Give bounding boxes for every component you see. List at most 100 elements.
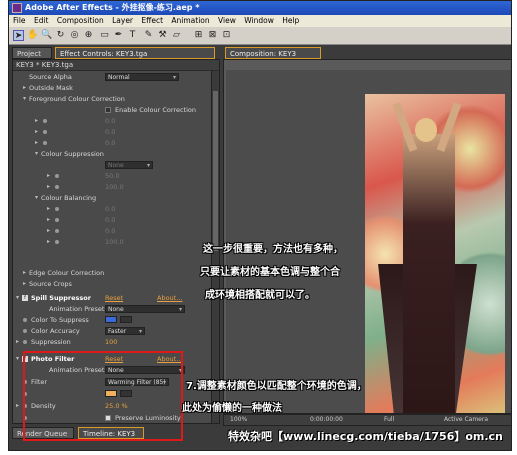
expand-triangle-icon[interactable]: ▸ [47,215,50,225]
expand-triangle-icon[interactable]: ▸ [35,138,38,148]
colour-suppression-label: Colour Suppression [41,150,104,158]
row-param: ▸ 50.0 [13,171,211,181]
menu-edit[interactable]: Edit [34,16,49,25]
source-alpha-label: Source Alpha [29,73,72,81]
eraser-tool-icon[interactable]: ▱ [171,30,182,41]
row-edge-colour-correction[interactable]: ▸ Edge Colour Correction [13,268,211,278]
expand-triangle-icon[interactable]: ▸ [47,171,50,181]
camera-dropdown[interactable]: Active Camera [444,415,488,425]
current-time[interactable]: 0:00:00:00 [310,415,343,425]
tab-composition[interactable]: Composition: KEY3 [225,47,321,59]
stopwatch-icon[interactable] [55,174,59,178]
pen-tool-icon[interactable]: ✒ [113,30,124,41]
menu-window[interactable]: Window [244,16,274,25]
row-colour-balancing[interactable]: ▾ Colour Balancing [13,193,211,203]
spill-presets-dropdown[interactable]: None [105,305,185,313]
expand-triangle-icon[interactable]: ▸ [16,337,19,347]
collapse-triangle-icon[interactable]: ▾ [35,193,38,203]
menu-help[interactable]: Help [282,16,299,25]
stopwatch-icon[interactable] [23,340,27,344]
expand-triangle-icon[interactable]: ▸ [23,268,26,278]
stopwatch-icon[interactable] [55,229,59,233]
expand-triangle-icon[interactable]: ▸ [16,401,19,411]
spill-accuracy-row: Color Accuracy Faster [13,326,211,336]
suppression-mode-dropdown[interactable]: None [105,161,153,169]
color-to-suppress-swatch[interactable] [105,316,117,323]
color-accuracy-label: Color Accuracy [31,327,80,335]
param-value[interactable]: 0.0 [105,226,115,236]
param-value[interactable]: 100.0 [105,237,124,247]
stopwatch-icon[interactable] [55,185,59,189]
param-value[interactable]: 100.0 [105,182,124,192]
hand-tool-icon[interactable]: ✋ [27,30,38,41]
stopwatch-icon[interactable] [55,240,59,244]
rotate-tool-icon[interactable]: ↻ [55,30,66,41]
collapse-triangle-icon[interactable]: ▾ [23,94,26,104]
expand-triangle-icon[interactable]: ▸ [35,116,38,126]
row-param: ▸ 0.0 [13,116,211,126]
expand-triangle-icon[interactable]: ▸ [47,226,50,236]
selection-tool-icon[interactable]: ➤ [13,30,24,41]
stopwatch-icon[interactable] [55,207,59,211]
row-outside-mask[interactable]: ▸ Outside Mask [13,83,211,93]
enable-colour-correction-checkbox[interactable] [105,107,111,113]
rectangle-mask-tool-icon[interactable]: ▭ [99,30,110,41]
menu-layer[interactable]: Layer [112,16,133,25]
composition-view-bar: 100% 0:00:00:00 Full Active Camera [223,414,511,426]
expand-triangle-icon[interactable]: ▸ [35,127,38,137]
zoom-dropdown[interactable]: 100% [230,415,247,425]
expand-triangle-icon[interactable]: ▸ [47,182,50,192]
menu-effect[interactable]: Effect [141,16,163,25]
tab-project[interactable]: Project [12,47,52,59]
camera-tool-icon[interactable]: ◎ [69,30,80,41]
world-axis-icon[interactable]: ⊠ [207,30,218,41]
collapse-triangle-icon[interactable]: ▾ [35,149,38,159]
spill-reset-link[interactable]: Reset [105,293,123,303]
tab-effect-controls[interactable]: Effect Controls: KEY3.tga [55,47,215,59]
axis-mode-icon[interactable]: ⊞ [193,30,204,41]
source-alpha-dropdown[interactable]: Normal [105,73,179,81]
menu-view[interactable]: View [218,16,236,25]
stopwatch-icon[interactable] [43,119,47,123]
stopwatch-icon[interactable] [23,318,27,322]
param-value[interactable]: 50.0 [105,171,119,181]
param-value[interactable]: 0.0 [105,215,115,225]
collapse-triangle-icon[interactable]: ▾ [16,293,19,303]
text-tool-icon[interactable]: T [127,30,138,41]
stopwatch-icon[interactable] [43,130,47,134]
resolution-dropdown[interactable]: Full [384,415,394,425]
figure-body [403,134,455,413]
param-value[interactable]: 0.0 [105,138,115,148]
stopwatch-icon[interactable] [23,329,27,333]
view-axis-icon[interactable]: ⊡ [221,30,232,41]
collapse-triangle-icon[interactable]: ▾ [16,354,19,364]
row-param: ▸ 0.0 [13,226,211,236]
fx-toggle-icon[interactable]: f [22,295,28,301]
zoom-tool-icon[interactable]: 🔍 [41,30,52,41]
brush-tool-icon[interactable]: ✎ [143,30,154,41]
expand-triangle-icon[interactable]: ▸ [23,83,26,93]
row-colour-suppression[interactable]: ▾ Colour Suppression [13,149,211,159]
pan-behind-tool-icon[interactable]: ⊕ [83,30,94,41]
param-value[interactable]: 0.0 [105,116,115,126]
spill-presets-label: Animation Presets: [49,305,111,313]
expand-triangle-icon[interactable]: ▸ [47,204,50,214]
spill-suppressor-effect-header[interactable]: ▾ f Spill Suppressor Reset About... [13,293,211,303]
color-accuracy-dropdown[interactable]: Faster [105,327,145,335]
spill-about-link[interactable]: About... [157,293,182,303]
row-foreground-colour-correction[interactable]: ▾ Foreground Colour Correction [13,94,211,104]
param-value[interactable]: 0.0 [105,204,115,214]
suppression-value[interactable]: 100 [105,337,117,347]
row-source-crops[interactable]: ▸ Source Crops [13,279,211,289]
scrollbar-thumb[interactable] [213,91,218,251]
expand-triangle-icon[interactable]: ▸ [23,279,26,289]
stopwatch-icon[interactable] [55,218,59,222]
param-value[interactable]: 0.0 [105,127,115,137]
menu-composition[interactable]: Composition [57,16,104,25]
clone-stamp-tool-icon[interactable]: ⚒ [157,30,168,41]
eyedropper-icon[interactable] [120,316,132,323]
stopwatch-icon[interactable] [43,141,47,145]
menu-file[interactable]: File [13,16,26,25]
menu-animation[interactable]: Animation [171,16,209,25]
expand-triangle-icon[interactable]: ▸ [47,237,50,247]
